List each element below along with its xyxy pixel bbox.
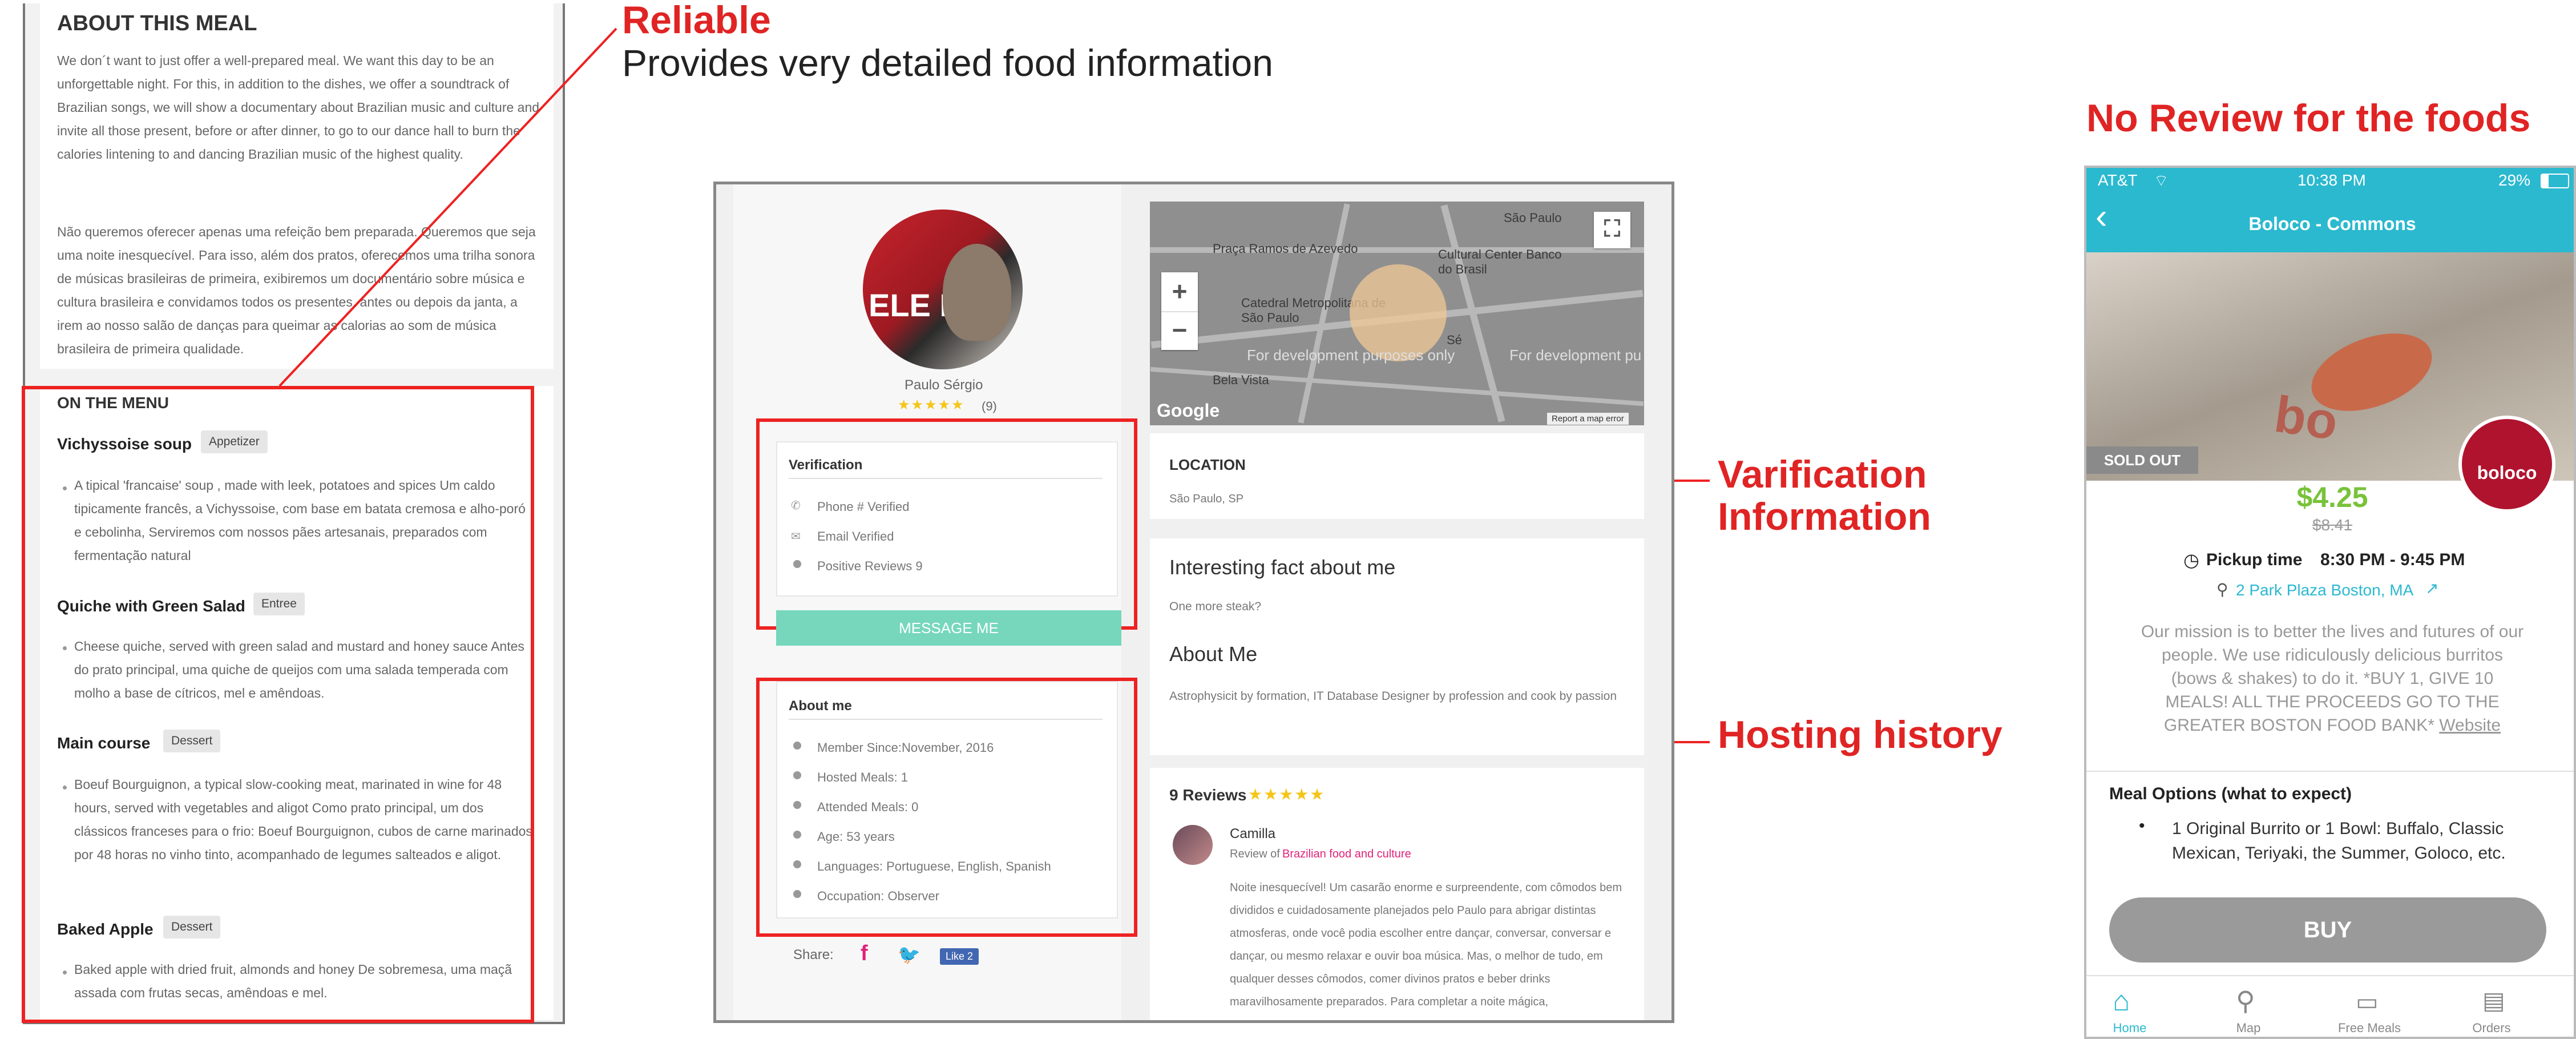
app-header: AT&T ⌔ 10:38 PM 29% ‹ Boloco - Commons: [2086, 168, 2574, 252]
clock-label: 10:38 PM: [2298, 171, 2366, 189]
clock-icon: ◷: [2183, 550, 2199, 570]
location-pin-icon: ⚲: [2216, 581, 2228, 598]
nav-home[interactable]: Home: [2095, 1021, 2164, 1036]
fullscreen-icon[interactable]: ⛶: [1594, 212, 1630, 248]
review-of-label: Review of: [1230, 848, 1280, 860]
reviews-card: 9 Reviews ★★★★★ Camilla Review of Brazil…: [1150, 768, 1644, 1020]
map-label: São Paulo: [1504, 211, 1562, 225]
hosting-highlight-box: [756, 678, 1137, 937]
zoom-control: + −: [1161, 272, 1198, 350]
host-profile-panel: ELE NÃO Paulo Sérgio ★★★★★ (9) Verificat…: [713, 182, 1674, 1023]
home-icon[interactable]: ⌂: [2113, 984, 2130, 1017]
about-me-text: Astrophysicit by formation, IT Database …: [1169, 690, 1617, 703]
reliable-callout-line: [278, 27, 617, 387]
free-meals-icon[interactable]: ▭: [2356, 988, 2379, 1016]
battery-label: 29%: [2498, 171, 2531, 189]
meal-options-text: 1 Original Burrito or 1 Bowl: Buffalo, C…: [2172, 819, 2506, 863]
bullet: •: [2139, 816, 2145, 835]
zoom-in-button[interactable]: +: [1161, 272, 1198, 312]
mission-text: Our mission is to better the lives and f…: [2138, 620, 2527, 737]
fact-value: One more steak?: [1169, 600, 1262, 613]
fact-title: Interesting fact about me: [1169, 555, 1396, 579]
rating-stars: ★★★★★: [898, 397, 965, 413]
price: $4.25: [2296, 481, 2368, 513]
portrait-head: [943, 244, 1011, 341]
divider: [2086, 771, 2574, 772]
reviewer-name: Camilla: [1230, 826, 1276, 841]
map-label: Praça Ramos de Azevedo: [1213, 241, 1358, 256]
reviews-stars: ★★★★★: [1248, 786, 1326, 803]
facebook-like-button[interactable]: Like 2: [940, 948, 979, 965]
host-avatar[interactable]: ELE NÃO: [863, 210, 1023, 369]
about-me-heading: About Me: [1169, 642, 1258, 666]
message-me-button[interactable]: MESSAGE ME: [776, 610, 1121, 646]
report-map-error-link[interactable]: Report a map error: [1547, 413, 1629, 425]
sold-out-badge: SOLD OUT: [2086, 446, 2198, 474]
location-title: LOCATION: [1169, 456, 1246, 473]
carrier-label: AT&T: [2098, 171, 2138, 189]
reviewer-avatar: [1173, 825, 1213, 865]
wifi-icon: ⌔: [2154, 172, 2169, 190]
review-count[interactable]: (9): [982, 399, 997, 414]
battery-icon: [2541, 174, 2569, 188]
bag-print: bo: [2271, 385, 2341, 452]
orders-icon[interactable]: ▤: [2482, 986, 2505, 1014]
nav-map[interactable]: Map: [2214, 1021, 2283, 1036]
pickup-label: Pickup time: [2206, 550, 2303, 569]
map-dev-text: For development pu: [1509, 347, 1642, 364]
host-name: Paulo Sérgio: [905, 377, 983, 393]
facts-card: Interesting fact about me One more steak…: [1150, 538, 1644, 755]
map-dev-text: For development purposes only: [1247, 347, 1455, 364]
map-label: Sé: [1447, 333, 1462, 347]
app-title: Boloco - Commons: [2248, 214, 2416, 234]
location-value: São Paulo, SP: [1169, 493, 1244, 505]
location-card: LOCATION São Paulo, SP: [1150, 433, 1644, 519]
map-label: Cultural Center Banco do Brasil: [1438, 247, 1562, 276]
share-label: Share:: [793, 947, 834, 963]
nav-orders[interactable]: Orders: [2457, 1021, 2526, 1036]
twitter-icon[interactable]: 🐦: [898, 944, 920, 965]
map-pin-icon[interactable]: ⚲: [2236, 985, 2255, 1016]
google-logo: Google: [1157, 400, 1220, 421]
reviews-title: 9 Reviews: [1169, 786, 1247, 804]
meal-options-title: Meal Options (what to expect): [2109, 784, 2352, 803]
divider: [2086, 975, 2574, 976]
buy-button[interactable]: BUY: [2109, 897, 2546, 963]
review-of-link[interactable]: Brazilian food and culture: [1282, 848, 1411, 861]
website-link[interactable]: Website: [2439, 716, 2501, 735]
zoom-out-button[interactable]: −: [1161, 312, 1198, 350]
facebook-icon[interactable]: f: [861, 941, 868, 966]
phone-app-panel: AT&T ⌔ 10:38 PM 29% ‹ Boloco - Commons b…: [2084, 166, 2576, 1039]
review-text: Noite inesquecível! Um casarão enorme e …: [1230, 881, 1622, 1008]
nav-free-meals[interactable]: Free Meals: [2335, 1021, 2404, 1036]
map-label: Bela Vista: [1213, 373, 1269, 387]
old-price: $8.41: [2312, 516, 2353, 534]
verification-highlight-box: [756, 418, 1137, 630]
external-link-icon[interactable]: ↗: [2425, 579, 2438, 598]
location-map[interactable]: São Paulo Praça Ramos de Azevedo Cultura…: [1150, 202, 1644, 425]
pickup-time: 8:30 PM - 9:45 PM: [2320, 550, 2465, 569]
address-link[interactable]: 2 Park Plaza Boston, MA: [2236, 581, 2413, 599]
